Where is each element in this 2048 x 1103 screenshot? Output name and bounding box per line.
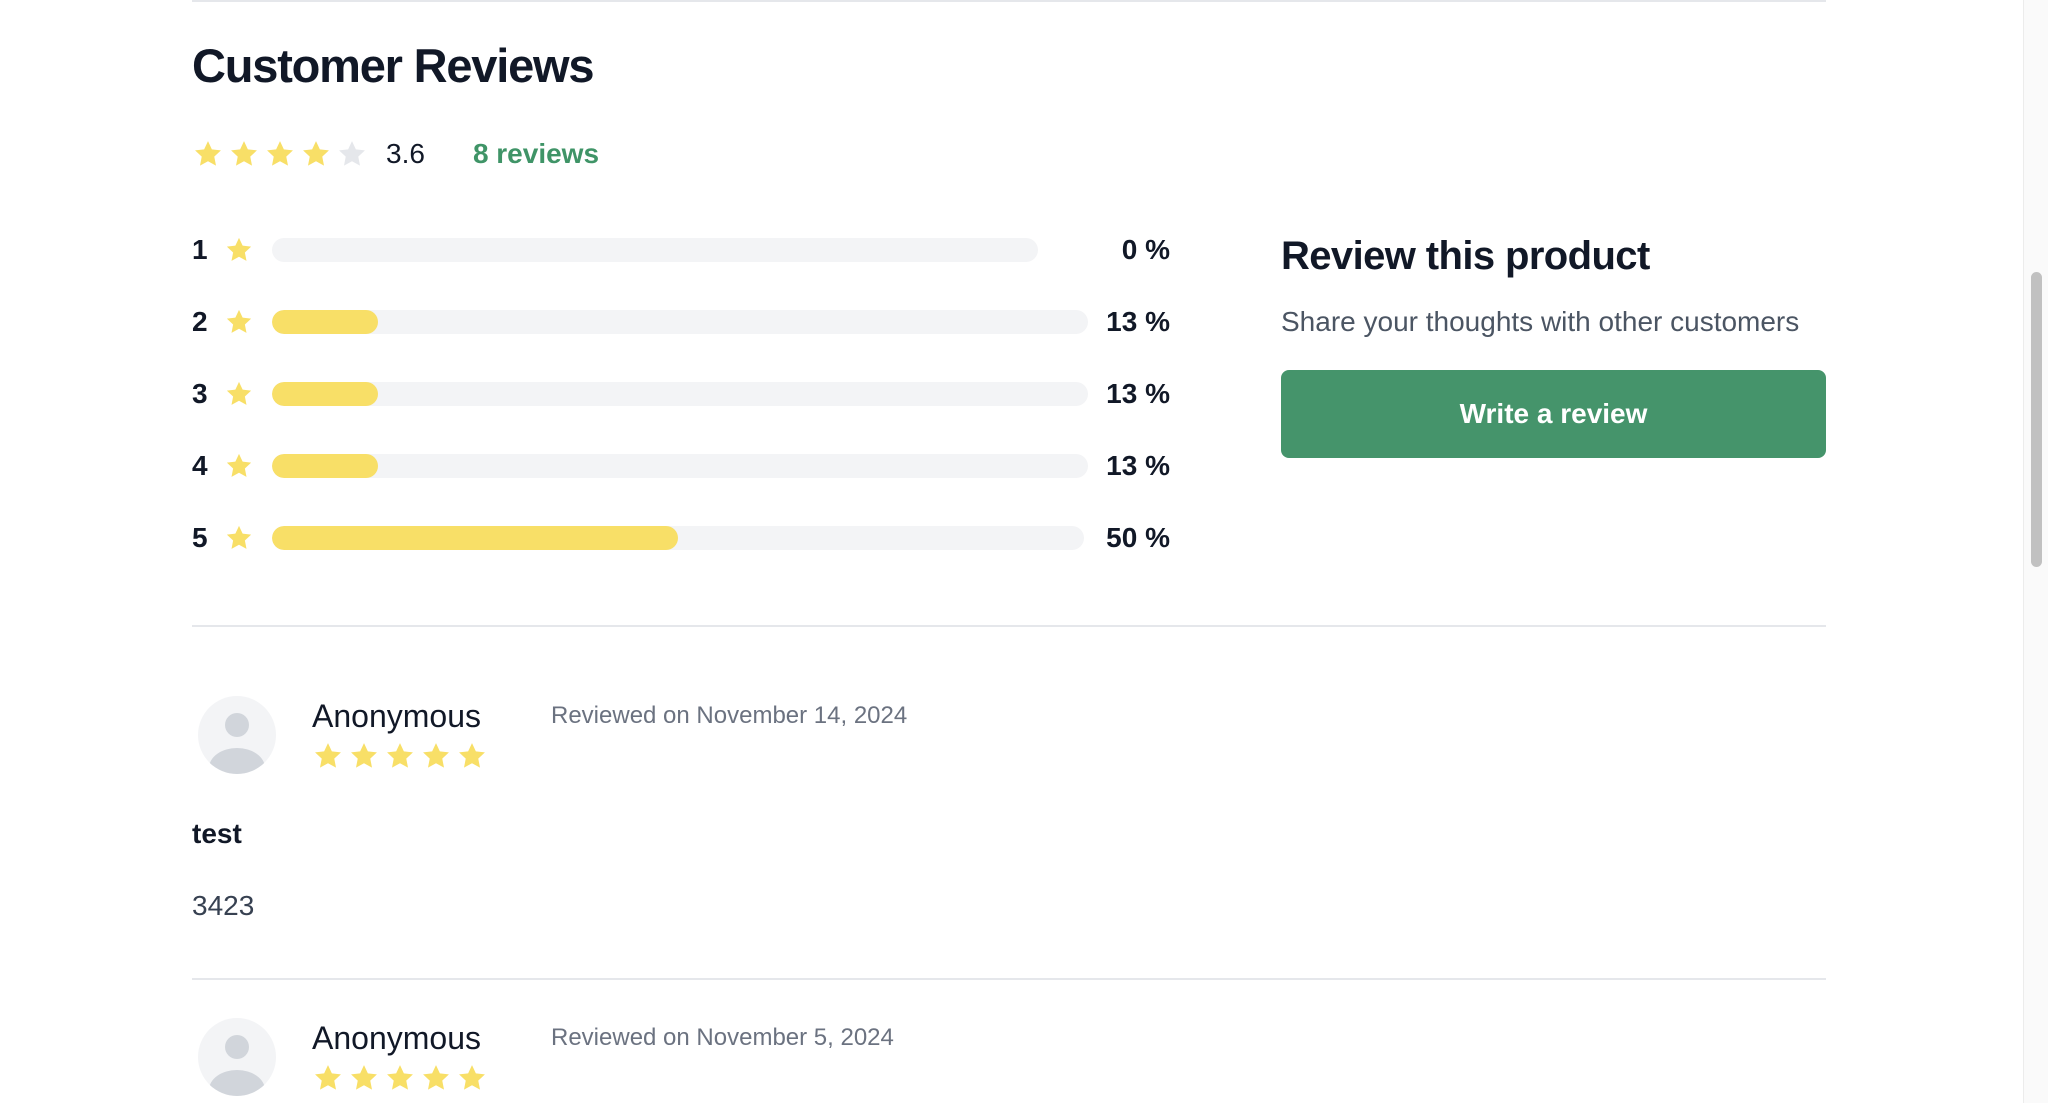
user-avatar-icon	[198, 1018, 276, 1096]
scrollbar-thumb[interactable]	[2031, 272, 2042, 567]
distribution-row-2-star: 2 13 %	[192, 300, 1170, 372]
review-divider	[192, 978, 1826, 980]
page-scrollbar[interactable]	[2023, 0, 2048, 1103]
review-item: Anonymous Reviewed on November 14, 2024 …	[192, 696, 1826, 936]
review-date: Reviewed on November 5, 2024	[551, 1024, 894, 1051]
distribution-percent: 13 %	[1106, 450, 1170, 481]
star-icon	[384, 740, 416, 772]
reviewer-name: Anonymous	[312, 1020, 481, 1056]
star-icon	[228, 138, 260, 170]
star-icon	[456, 740, 488, 772]
review-product-subtitle: Share your thoughts with other customers	[1281, 306, 1800, 337]
rating-distribution: 1 0 % 2 13 % 3 13 % 4 13 % 5 50 %	[192, 228, 1170, 588]
star-icon	[420, 740, 452, 772]
review-product-panel: Review this product Share your thoughts …	[1281, 224, 1826, 458]
distribution-row-3-star: 3 13 %	[192, 372, 1170, 444]
star-icon	[456, 1062, 488, 1094]
distribution-bar-fill	[272, 454, 379, 478]
star-icon	[336, 138, 368, 170]
star-icon	[264, 138, 296, 170]
distribution-bar-track	[272, 526, 1084, 550]
star-icon	[300, 138, 332, 170]
distribution-star-number: 1	[192, 234, 208, 265]
star-icon	[224, 307, 254, 337]
star-icon	[384, 1062, 416, 1094]
review-title: test	[192, 818, 242, 849]
distribution-bar-track	[272, 310, 1088, 334]
write-review-button[interactable]: Write a review	[1281, 370, 1826, 458]
distribution-bar-fill	[272, 382, 379, 406]
section-divider	[192, 625, 1826, 627]
top-divider	[192, 0, 1826, 2]
distribution-bar-track	[272, 454, 1088, 478]
star-icon	[224, 379, 254, 409]
star-icon	[192, 138, 224, 170]
distribution-star-number: 4	[192, 450, 208, 481]
star-icon	[312, 1062, 344, 1094]
product-reviews-page: Customer Reviews 3.6 8 reviews 1 0 % 2 1…	[0, 0, 2048, 1103]
star-icon	[312, 740, 344, 772]
review-body: 3423	[192, 890, 255, 921]
review-date: Reviewed on November 14, 2024	[551, 702, 908, 729]
star-icon	[420, 1062, 452, 1094]
distribution-star-number: 5	[192, 522, 208, 553]
reviewer-name: Anonymous	[312, 698, 481, 734]
distribution-bar-track	[272, 238, 1038, 262]
review-rating-stars	[312, 740, 492, 772]
reviews-count-link[interactable]: 8 reviews	[473, 138, 599, 170]
distribution-star-number: 2	[192, 306, 208, 337]
star-icon	[224, 451, 254, 481]
distribution-star-number: 3	[192, 378, 208, 409]
average-rating-value: 3.6	[386, 138, 425, 169]
average-rating-stars	[192, 138, 372, 170]
review-item: Anonymous Reviewed on November 5, 2024	[192, 1018, 1826, 1103]
distribution-row-5-star: 5 50 %	[192, 516, 1170, 588]
distribution-percent: 13 %	[1106, 378, 1170, 409]
user-avatar-icon	[198, 696, 276, 774]
distribution-percent: 0 %	[1121, 234, 1170, 265]
star-icon	[348, 1062, 380, 1094]
star-icon	[224, 235, 254, 265]
distribution-row-4-star: 4 13 %	[192, 444, 1170, 516]
distribution-row-1-star: 1 0 %	[192, 228, 1170, 300]
review-product-title: Review this product	[1281, 234, 1650, 278]
section-title: Customer Reviews	[192, 39, 595, 92]
star-icon	[224, 523, 254, 553]
star-icon	[348, 740, 380, 772]
rating-summary: 3.6 8 reviews	[192, 134, 599, 174]
distribution-percent: 13 %	[1106, 306, 1170, 337]
distribution-bar-track	[272, 382, 1088, 406]
distribution-percent: 50 %	[1106, 522, 1170, 553]
review-rating-stars	[312, 1062, 492, 1094]
distribution-bar-fill	[272, 526, 678, 550]
distribution-bar-fill	[272, 310, 379, 334]
